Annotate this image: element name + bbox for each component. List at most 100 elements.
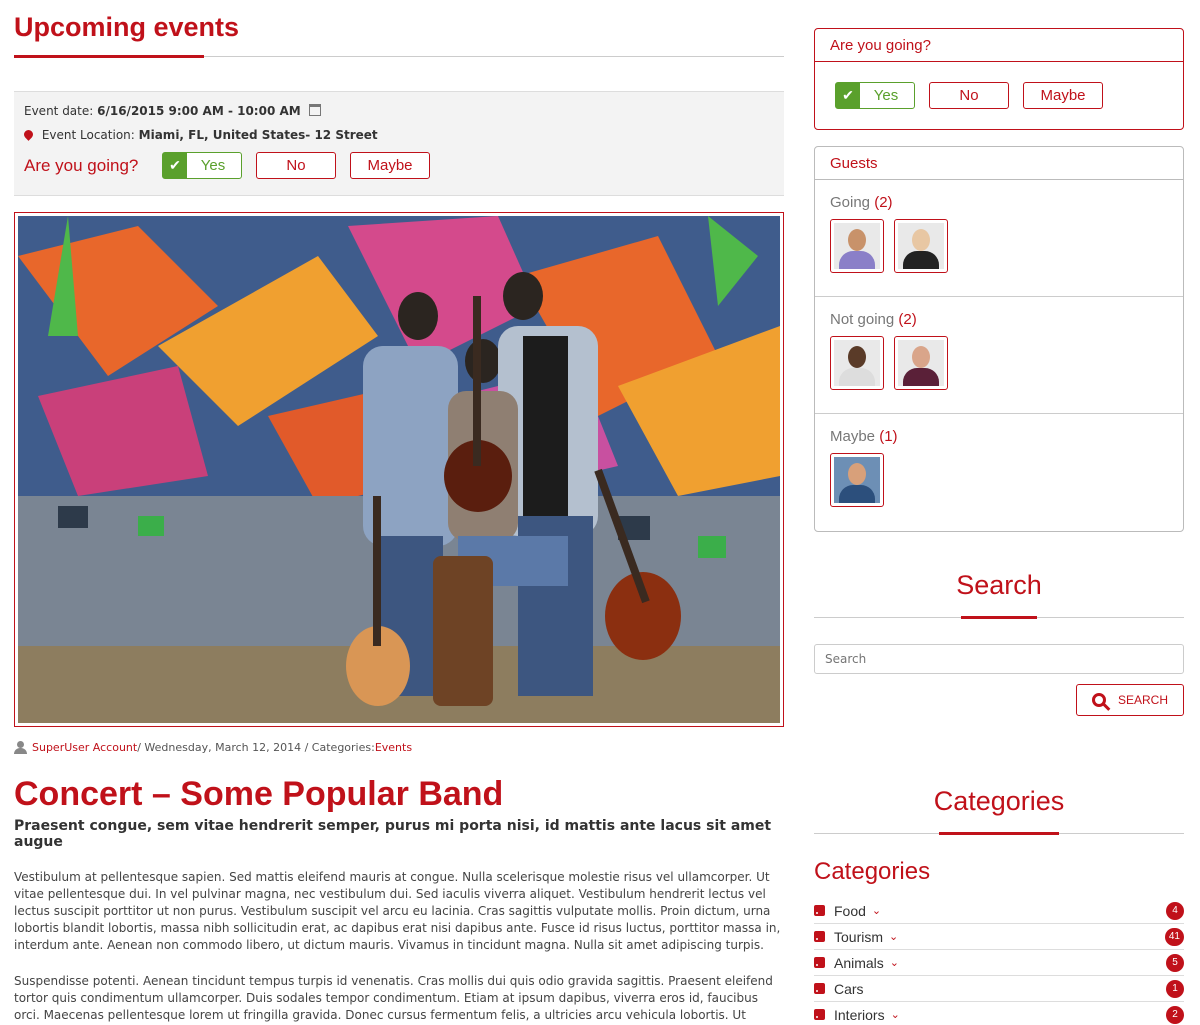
category-count: 41 [1164,927,1184,946]
page-title: Upcoming events [14,0,784,58]
avatar[interactable] [894,336,948,390]
event-photo [18,216,780,723]
maybe-label-text: Maybe [830,428,876,445]
not-going-label: Not going (2) [830,311,1168,328]
calendar-icon [308,104,321,116]
check-icon: ✔ [163,153,187,178]
categories-widget-title: Categories [814,776,1184,835]
chevron-down-icon[interactable]: ⌄ [889,930,898,943]
search-icon [1091,693,1106,707]
avatar[interactable] [830,219,884,273]
post-body: Vestibulum at pellentesque sapien. Sed m… [14,869,784,1025]
post-title: Concert – Some Popular Band [14,775,504,813]
event-date-value: 6/16/2015 9:00 AM - 10:00 AM [97,104,301,118]
event-location-value: Miami, FL, United States- 12 Street [138,128,378,142]
rss-icon[interactable] [814,931,825,942]
event-date-label: Event date: [24,104,94,118]
chevron-down-icon[interactable]: ⌄ [890,956,899,969]
guest-group-maybe: Maybe (1) [815,414,1183,531]
category-item-animals[interactable]: Animals ⌄ 5 [814,950,1184,976]
category-item-tourism[interactable]: Tourism ⌄ 41 [814,924,1184,950]
event-image [14,212,784,727]
maybe-avatars [830,453,1168,507]
rsvp-panel-title: Are you going? [815,29,1183,62]
not-going-count: (2) [898,311,917,328]
category-label[interactable]: Animals [834,955,884,971]
category-item-food[interactable]: Food ⌄ 4 [814,898,1184,924]
event-details: Event date: 6/16/2015 9:00 AM - 10:00 AM… [14,91,784,196]
going-count: (2) [874,194,893,211]
maybe-label: Maybe (1) [830,428,1168,445]
category-label[interactable]: Interiors [834,1007,885,1023]
categories-list: Food ⌄ 4 Tourism ⌄ 41 Animals ⌄ 5 Cars 1… [814,898,1184,1025]
rsvp-panel-buttons: ✔ Yes No Maybe [815,62,1183,129]
title-underline [14,55,204,58]
map-pin-icon [22,128,35,141]
categories-title-text: Categories [933,786,1065,816]
sidebar: Are you going? ✔ Yes No Maybe Guests Goi… [814,28,1184,1025]
user-icon [14,741,27,754]
rsvp-panel: Are you going? ✔ Yes No Maybe [814,28,1184,130]
going-label-text: Going [830,194,871,211]
search-input[interactable] [814,644,1184,674]
categories-heading: Categories [814,858,931,885]
author-link[interactable]: SuperUser Account [32,741,137,754]
rsvp-no-button[interactable]: No [256,152,336,179]
sidebar-rsvp-no-label: No [959,87,979,104]
not-going-label-text: Not going [830,311,895,328]
guests-panel-title: Guests [815,147,1183,180]
rss-icon[interactable] [814,983,825,994]
search-button[interactable]: SEARCH [1076,684,1184,716]
category-count: 2 [1166,1005,1184,1024]
guest-group-going: Going (2) [815,180,1183,297]
rss-icon[interactable] [814,1009,825,1020]
sidebar-rsvp-no-button[interactable]: No [929,82,1009,109]
going-label: Going (2) [830,194,1168,211]
search-button-label: SEARCH [1117,693,1168,707]
title-underline [961,616,1037,619]
post-lead: Praesent congue, sem vitae hendrerit sem… [14,818,772,850]
rsvp-question: Are you going? [24,155,139,175]
chevron-down-icon[interactable]: ⌄ [872,904,881,917]
check-icon: ✔ [836,83,860,108]
avatar[interactable] [830,336,884,390]
category-label[interactable]: Food [834,903,866,919]
category-label[interactable]: Cars [834,981,864,997]
post-meta: SuperUser Account / Wednesday, March 12,… [14,741,784,754]
maybe-count: (1) [879,428,898,445]
rsvp-yes-button[interactable]: ✔ Yes [162,152,242,179]
title-underline [939,832,1059,835]
chevron-down-icon[interactable]: ⌄ [891,1008,900,1021]
category-label[interactable]: Tourism [834,929,883,945]
category-link[interactable]: Events [375,741,412,754]
event-date: Event date: 6/16/2015 9:00 AM - 10:00 AM [24,102,774,126]
rsvp-yes-label: Yes [200,157,226,174]
search-widget-title: Search [814,560,1184,619]
rsvp-row: Are you going? ✔ Yes No Maybe [24,152,774,179]
guest-group-not-going: Not going (2) [815,297,1183,414]
rsvp-maybe-button[interactable]: Maybe [350,152,430,179]
category-item-cars[interactable]: Cars 1 [814,976,1184,1002]
event-location-label: Event Location: [41,128,135,142]
post-paragraph: Suspendisse potenti. Aenean tincidunt te… [14,974,773,1022]
band-graffiti-illustration [18,216,780,723]
rss-icon[interactable] [814,905,825,916]
avatar[interactable] [830,453,884,507]
category-count: 4 [1166,901,1184,920]
sidebar-rsvp-yes-button[interactable]: ✔ Yes [835,82,915,109]
rss-icon[interactable] [814,957,825,968]
event-location: Event Location: Miami, FL, United States… [22,126,774,150]
sidebar-rsvp-maybe-button[interactable]: Maybe [1023,82,1103,109]
rsvp-maybe-label: Maybe [367,157,413,174]
avatar[interactable] [894,219,948,273]
search-title-text: Search [956,570,1042,600]
going-avatars [830,219,1168,273]
category-count: 1 [1166,979,1184,998]
post-date: / Wednesday, March 12, 2014 / Categories… [137,741,375,754]
main-column: Upcoming events Event date: 6/16/2015 9:… [14,0,784,1025]
guests-panel: Guests Going (2) Not going (2) Maybe (1) [814,146,1184,532]
category-count: 5 [1166,953,1184,972]
rsvp-no-label: No [286,157,306,174]
category-item-interiors[interactable]: Interiors ⌄ 2 [814,1002,1184,1025]
post-paragraph: Vestibulum at pellentesque sapien. Sed m… [14,870,781,952]
